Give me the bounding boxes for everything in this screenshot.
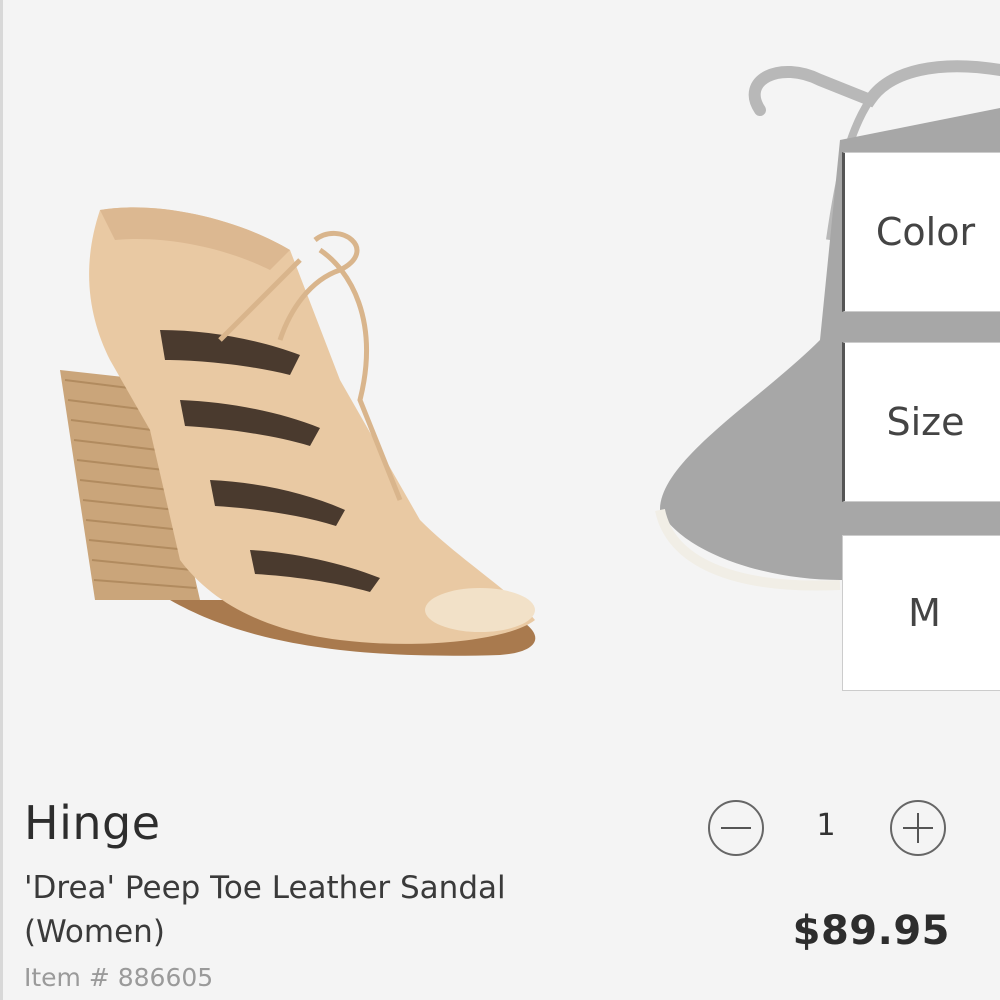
item-number: Item # 886605	[24, 963, 214, 992]
color-selector[interactable]: Color	[842, 152, 1000, 312]
product-price: $89.95	[792, 908, 950, 954]
size-selector[interactable]: Size	[842, 342, 1000, 502]
product-detail-screen: Color Size M Hinge 'Drea' Peep Toe Leath…	[0, 0, 1000, 1000]
width-selector[interactable]: M	[842, 535, 1000, 691]
product-brand: Hinge	[24, 796, 161, 850]
increase-quantity-button[interactable]	[890, 800, 946, 856]
color-selector-label: Color	[875, 210, 976, 254]
product-name: 'Drea' Peep Toe Leather Sandal (Women)	[24, 870, 506, 950]
decrease-quantity-button[interactable]	[708, 800, 764, 856]
width-selector-label: M	[908, 591, 941, 635]
size-selector-label: Size	[886, 400, 965, 444]
quantity-value: 1	[816, 808, 836, 843]
divider	[0, 0, 3, 1000]
product-image[interactable]	[40, 180, 560, 700]
